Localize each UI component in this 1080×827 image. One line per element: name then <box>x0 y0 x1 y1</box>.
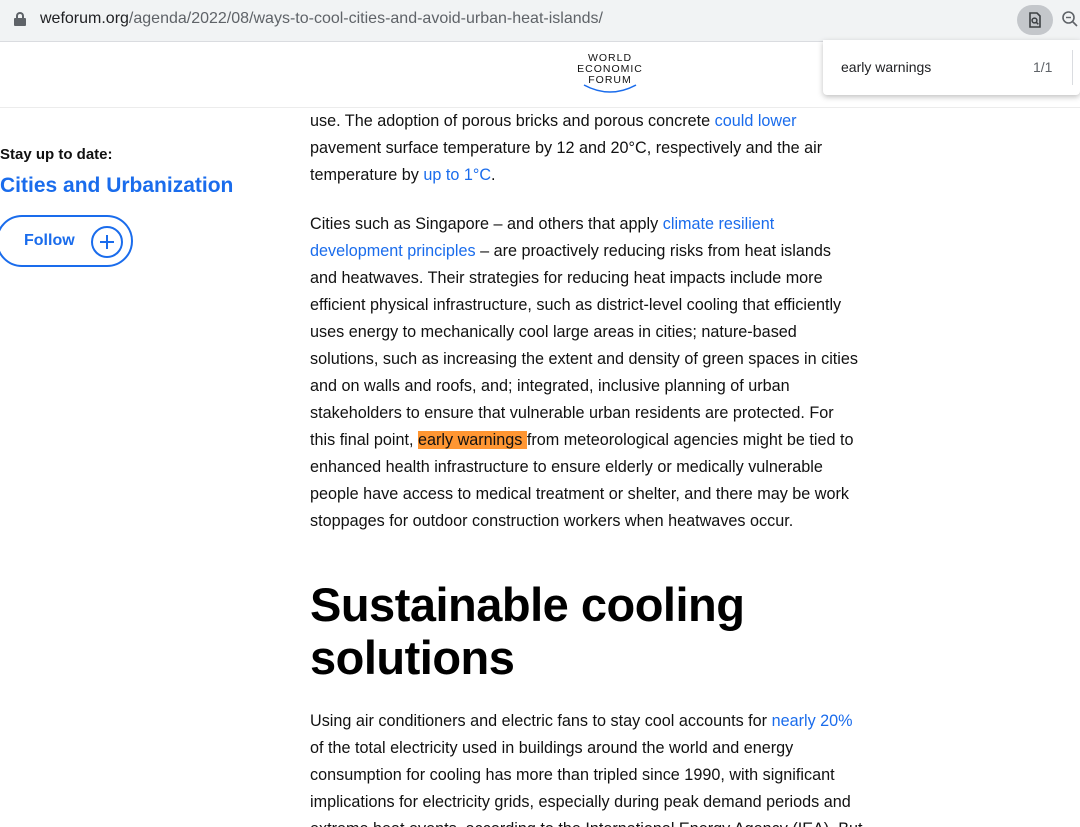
link-climate-resilient[interactable]: climate resilient <box>663 215 775 233</box>
text-line: pavement surface temperature by 12 and 2… <box>310 139 823 157</box>
text-line: this final point, early warnings from me… <box>310 431 854 449</box>
lock-icon[interactable] <box>14 12 26 26</box>
text-line: stoppages for outdoor construction worke… <box>310 512 794 530</box>
text-line: Cities such as Singapore – and others th… <box>310 215 775 233</box>
find-match-count: 1/1 <box>1033 59 1053 75</box>
text-line: stakeholders to ensure that vulnerable u… <box>310 404 834 422</box>
text-line: and heatwaves. Their strategies for redu… <box>310 269 823 287</box>
section-heading: Sustainable cooling solutions <box>310 578 745 684</box>
link-up-to-1c[interactable]: up to 1°C <box>423 166 491 184</box>
follow-label: Follow <box>24 232 75 249</box>
find-input[interactable]: early warnings <box>841 59 931 75</box>
text-line: uses energy to mechanically cool large a… <box>310 323 797 341</box>
topic-link[interactable]: Cities and Urbanization <box>0 174 233 198</box>
link-could-lower[interactable]: could lower <box>715 112 797 130</box>
browser-address-bar: weforum.org/agenda/2022/08/ways-to-cool-… <box>0 0 1080 42</box>
text-line: Using air conditioners and electric fans… <box>310 712 853 730</box>
text-line: development principles – are proactively… <box>310 242 831 260</box>
text-line: efficient physical infrastructure, such … <box>310 296 842 314</box>
wef-logo[interactable]: WORLD ECONOMIC FORUM <box>565 53 655 101</box>
logo-arc-icon <box>583 84 637 93</box>
text-line: people have access to medical treatment … <box>310 485 849 503</box>
find-bar: early warnings 1/1 <box>823 40 1080 95</box>
text-line: solutions, such as increasing the extent… <box>310 350 858 368</box>
paragraph-air-conditioning: Using air conditioners and electric fans… <box>310 708 863 827</box>
paragraph-singapore: Cities such as Singapore – and others th… <box>310 211 858 535</box>
paragraph-porous-materials: use. The adoption of porous bricks and p… <box>310 108 822 189</box>
text-line: enhanced health infrastructure to ensure… <box>310 458 823 476</box>
find-divider <box>1072 50 1073 85</box>
address-field[interactable]: weforum.org/agenda/2022/08/ways-to-cool-… <box>40 10 603 28</box>
stay-up-to-date-label: Stay up to date: <box>0 146 113 163</box>
text-line: implications for electricity grids, espe… <box>310 793 851 811</box>
text-line: extreme heat events, according to the In… <box>310 816 863 827</box>
text-line: and on walls and roofs, and; integrated,… <box>310 377 790 395</box>
text-line: use. The adoption of porous bricks and p… <box>310 112 797 130</box>
text-line: consumption for cooling has more than tr… <box>310 766 835 784</box>
link-nearly-20[interactable]: nearly 20% <box>772 712 853 730</box>
find-in-page-icon <box>1029 12 1041 28</box>
find-in-page-button[interactable] <box>1017 5 1053 35</box>
zoom-icon[interactable] <box>1061 10 1079 28</box>
text-line: temperature by up to 1°C. <box>310 166 496 184</box>
url-path: /agenda/2022/08/ways-to-cool-cities-and-… <box>128 10 603 27</box>
text-line: of the total electricity used in buildin… <box>310 739 794 757</box>
find-highlight: early warnings <box>417 431 527 449</box>
link-development-principles[interactable]: development principles <box>310 242 476 260</box>
plus-icon <box>91 226 123 258</box>
url-domain: weforum.org <box>40 10 129 27</box>
follow-button[interactable]: Follow <box>0 215 133 267</box>
